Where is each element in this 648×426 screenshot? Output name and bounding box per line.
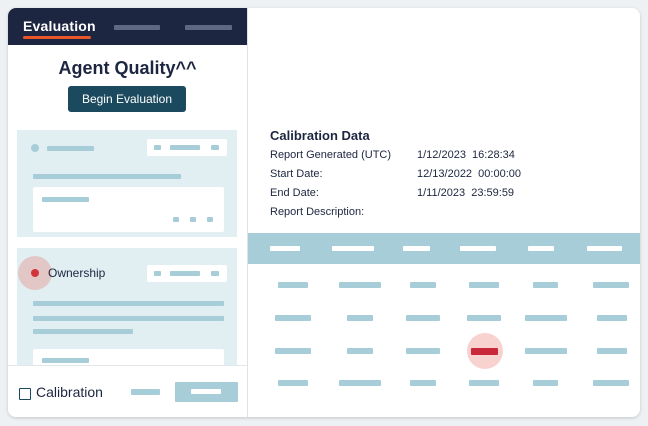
question-description-placeholder [33,174,181,179]
meta-value-report-generated: 1/12/2023 16:28:34 [417,149,515,161]
calibration-data-title: Calibration Data [270,128,370,143]
calibration-checkbox[interactable] [19,388,31,400]
calibration-label: Calibration [36,384,103,400]
calibration-report-panel: Calibration Data Report Generated (UTC) … [248,8,640,417]
answer-selector[interactable] [147,139,227,156]
evaluation-panel: Evaluation Agent Quality^^ Begin Evaluat… [8,8,248,417]
question-card-1 [17,130,237,237]
column-header[interactable] [403,246,430,251]
panel-title: Agent Quality^^ [58,58,197,78]
calibration-action-button[interactable] [175,382,238,402]
meta-label-end-date: End Date: [270,187,319,199]
app-window: Evaluation Agent Quality^^ Begin Evaluat… [8,8,640,417]
calibration-option-placeholder[interactable] [131,389,160,395]
meta-value-start-date: 12/13/2022 00:00:00 [417,168,521,180]
column-header[interactable] [332,246,374,251]
table-header [248,233,640,264]
meta-label-start-date: Start Date: [270,168,323,180]
comment-box[interactable] [33,187,224,232]
meta-value-end-date: 1/11/2023 23:59:59 [417,187,515,199]
tab-placeholder-2[interactable] [114,25,160,30]
column-header[interactable] [270,246,300,251]
column-header[interactable] [528,246,554,251]
meta-label-report-description: Report Description: [270,206,365,218]
meta-label-report-generated: Report Generated (UTC) [270,149,392,161]
column-header[interactable] [460,246,496,251]
question-title-placeholder [47,146,94,151]
tab-evaluation[interactable]: Evaluation [23,18,96,34]
column-header[interactable] [587,246,622,251]
tab-bar: Evaluation [8,8,247,45]
flagged-cell[interactable] [471,348,498,355]
ownership-label: Ownership [48,266,106,280]
ownership-answer-selector[interactable] [147,265,227,282]
ownership-status-dot [31,269,39,277]
begin-evaluation-button[interactable]: Begin Evaluation [68,86,186,112]
status-dot [31,144,39,152]
tab-placeholder-3[interactable] [185,25,232,30]
active-tab-indicator [23,36,91,39]
